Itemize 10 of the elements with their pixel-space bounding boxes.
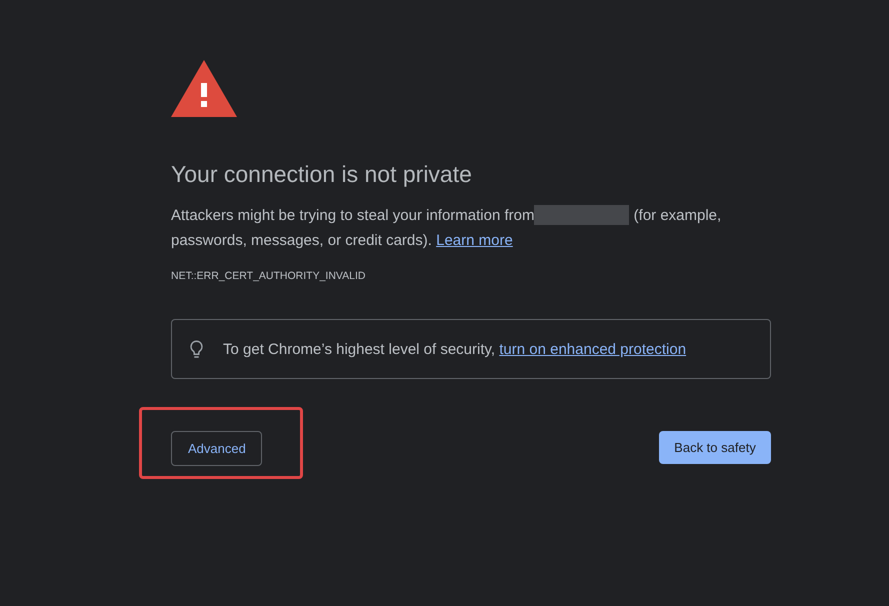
back-to-safety-button[interactable]: Back to safety xyxy=(659,431,771,464)
enhanced-protection-link[interactable]: turn on enhanced protection xyxy=(499,340,686,358)
warning-description: Attackers might be trying to steal your information from (for example, passwords, messages, or credit cards). Learn more xyxy=(171,204,722,251)
advanced-button[interactable]: Advanced xyxy=(171,431,262,466)
warning-triangle-icon xyxy=(171,60,237,117)
lightbulb-icon xyxy=(189,340,204,358)
learn-more-link[interactable]: Learn more xyxy=(436,232,513,249)
protection-notice-text: To get Chrome’s highest level of security, turn on enhanced protection xyxy=(223,340,686,358)
page-heading: Your connection is not private xyxy=(171,160,472,189)
error-code: NET::ERR_CERT_AUTHORITY_INVALID xyxy=(171,269,366,284)
